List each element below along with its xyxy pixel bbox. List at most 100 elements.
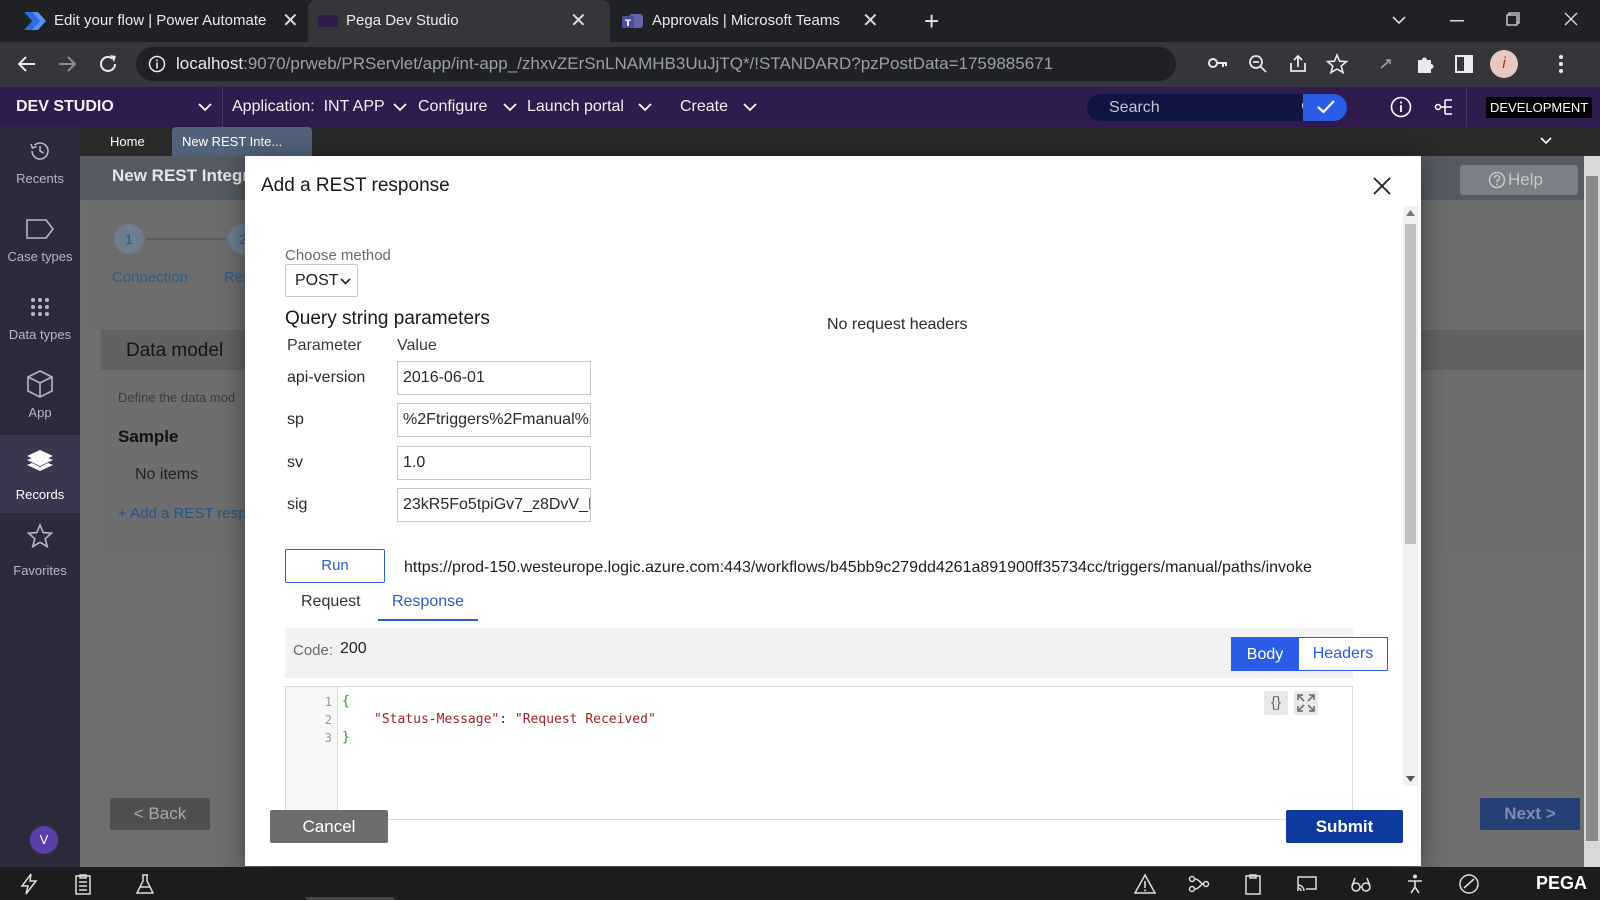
bookmark-star-icon[interactable] (1326, 53, 1348, 75)
search-scope-button[interactable] (1303, 94, 1347, 121)
extension-arrow-icon[interactable] (1378, 56, 1394, 72)
launch-portal-menu[interactable]: Launch portal (527, 87, 624, 127)
modal-scrollbar[interactable] (1403, 206, 1418, 786)
browser-tab-teams[interactable]: T Approvals | Microsoft Teams ✕ (612, 0, 902, 42)
add-rest-response-link[interactable]: + Add a REST resp (118, 505, 247, 522)
application-label: Application: (232, 98, 315, 115)
environment-badge: DEVELOPMENT (1486, 97, 1593, 118)
svg-text:T: T (625, 19, 632, 29)
chevron-down-icon[interactable] (198, 103, 212, 112)
help-icon (1488, 171, 1506, 189)
work-tab-new-rest[interactable]: New REST Inte... (172, 127, 312, 156)
work-tab-home[interactable]: Home (100, 127, 155, 156)
param-value-input[interactable]: 2016-06-01 (397, 361, 591, 395)
performance-gauge-icon[interactable] (1458, 873, 1480, 895)
clipboard-list-icon[interactable] (72, 873, 94, 895)
reload-icon[interactable] (98, 54, 118, 74)
page-scrollbar-thumb[interactable] (1586, 176, 1598, 841)
create-menu[interactable]: Create (680, 87, 728, 127)
format-json-icon[interactable]: {} (1264, 691, 1288, 715)
clipboard-icon[interactable] (1242, 873, 1264, 895)
address-bar[interactable]: localhost:9070/prweb/PRServlet/app/int-a… (136, 47, 1176, 81)
scroll-down-icon[interactable] (1406, 776, 1415, 782)
nav-item-data-types[interactable]: Data types (0, 283, 80, 361)
response-body-editor[interactable]: 1 2 3 { "Status-Message": "Request Recei… (285, 686, 1353, 821)
lightning-icon[interactable] (18, 873, 40, 895)
body-toggle-button[interactable]: Body (1231, 637, 1299, 671)
nav-item-recents[interactable]: Recents (0, 127, 80, 205)
search-placeholder: Search (1109, 99, 1160, 116)
back-arrow-icon[interactable] (18, 55, 36, 73)
run-button[interactable]: Run (285, 549, 385, 583)
help-button[interactable]: Help (1460, 165, 1578, 195)
browser-menu-icon[interactable] (1558, 54, 1564, 74)
code-label: Code: (293, 642, 334, 659)
restore-icon[interactable] (1506, 12, 1520, 26)
nav-item-case-types[interactable]: Case types (0, 205, 80, 283)
data-grid-dots-icon (31, 298, 49, 316)
ui-inspector-icon[interactable] (1296, 873, 1318, 895)
nav-item-favorites[interactable]: Favorites (0, 515, 80, 593)
header-search-input[interactable]: Search (1087, 94, 1332, 121)
teams-icon: T (622, 14, 643, 29)
chevron-down-icon (340, 278, 351, 285)
modal-title: Add a REST response (261, 175, 450, 196)
json-key: "Status-Message" (374, 712, 500, 727)
key-icon[interactable] (1208, 56, 1228, 70)
developer-toolbar (0, 867, 1600, 900)
next-button[interactable]: Next > (1480, 798, 1580, 830)
nav-item-records[interactable]: Records (0, 435, 80, 513)
scroll-up-icon[interactable] (1406, 210, 1415, 216)
endpoint-url: https://prod-150.westeurope.logic.azure.… (404, 559, 1312, 576)
tab-request[interactable]: Request (301, 593, 361, 611)
flow-tracer-icon[interactable] (1188, 873, 1210, 895)
close-tab-icon[interactable]: ✕ (570, 11, 587, 31)
param-value-input[interactable]: %2Ftriggers%2Fmanual%2Frun (397, 403, 591, 437)
headers-toggle-button[interactable]: Headers (1298, 637, 1388, 671)
modal-scrollbar-thumb[interactable] (1405, 224, 1416, 544)
operator-avatar[interactable]: V (30, 826, 58, 854)
close-tab-icon[interactable]: ✕ (862, 11, 879, 31)
step-label[interactable]: Connection (112, 269, 188, 286)
warning-icon[interactable] (1134, 873, 1156, 895)
flask-icon[interactable] (134, 873, 156, 895)
param-value-input[interactable]: 23kR5Fo5tpiGv7_z8DvV_F (397, 488, 591, 522)
new-tab-icon[interactable]: + (924, 8, 939, 34)
browser-tab-pega[interactable]: Pega Dev Studio ✕ (308, 0, 610, 42)
url-text: localhost:9070/prweb/PRServlet/app/int-a… (176, 54, 1053, 74)
tab-search-chevron-icon[interactable] (1392, 15, 1406, 25)
expand-icon[interactable] (1294, 691, 1318, 715)
back-button[interactable]: < Back (110, 798, 210, 830)
share-icon[interactable] (1288, 54, 1308, 74)
param-value-input[interactable]: 1.0 (397, 446, 591, 480)
close-tab-icon[interactable]: ✕ (282, 11, 299, 31)
side-panel-icon[interactable] (1454, 54, 1474, 74)
submit-button[interactable]: Submit (1286, 810, 1403, 843)
extensions-puzzle-icon[interactable] (1414, 53, 1436, 75)
info-icon[interactable] (1390, 96, 1412, 118)
chevron-down-icon[interactable] (743, 103, 757, 112)
zoom-out-icon[interactable] (1248, 54, 1268, 74)
browser-tab-power-automate[interactable]: Edit your flow | Power Automate ✕ (0, 0, 306, 42)
nav-item-app[interactable]: App (0, 361, 80, 439)
forward-arrow-icon[interactable] (58, 55, 76, 73)
chevron-down-icon[interactable] (1540, 137, 1552, 145)
cancel-button[interactable]: Cancel (270, 810, 388, 843)
chevron-down-icon[interactable] (638, 103, 652, 112)
application-menu[interactable]: Application: INT APP (232, 87, 385, 127)
method-select[interactable]: POST (285, 264, 358, 297)
site-info-icon[interactable] (148, 55, 166, 73)
close-icon[interactable] (1368, 172, 1396, 200)
minimize-icon[interactable] (1450, 20, 1464, 22)
page-scrollbar[interactable] (1584, 156, 1600, 867)
profile-avatar[interactable]: i (1490, 50, 1518, 78)
tab-response[interactable]: Response (378, 593, 478, 621)
json-colon: : (499, 712, 515, 727)
chevron-down-icon[interactable] (503, 103, 517, 112)
configure-menu[interactable]: Configure (418, 87, 487, 127)
accessibility-icon[interactable] (1404, 873, 1426, 895)
agile-workbench-icon[interactable] (1434, 96, 1456, 118)
glasses-icon[interactable] (1350, 873, 1372, 895)
close-window-icon[interactable] (1564, 12, 1578, 26)
chevron-down-icon[interactable] (393, 103, 407, 112)
